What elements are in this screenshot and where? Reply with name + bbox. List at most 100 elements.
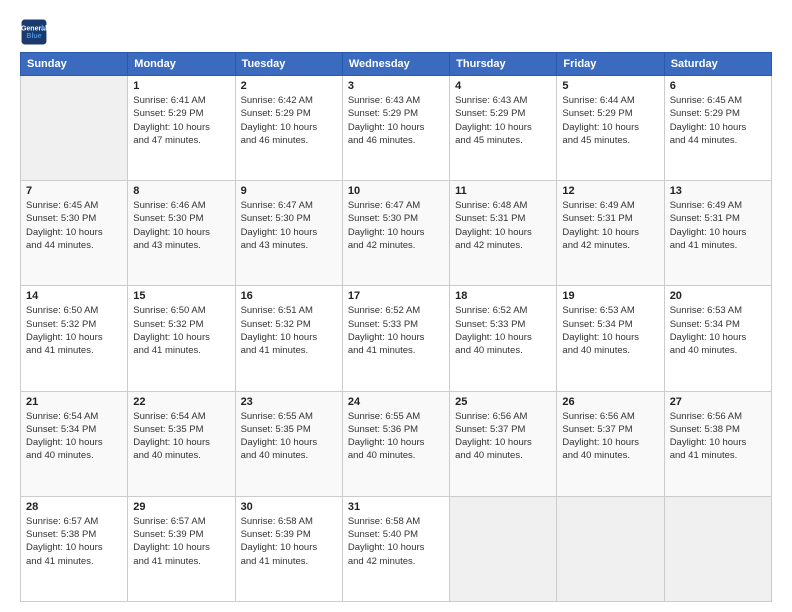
day-info: Sunrise: 6:45 AM Sunset: 5:29 PM Dayligh… xyxy=(670,94,766,147)
day-number: 13 xyxy=(670,185,766,197)
calendar-cell: 2 Sunrise: 6:42 AM Sunset: 5:29 PM Daylig… xyxy=(235,76,342,181)
calendar-cell: 5 Sunrise: 6:44 AM Sunset: 5:29 PM Daylig… xyxy=(557,76,664,181)
day-info: Sunrise: 6:56 AM Sunset: 5:37 PM Dayligh… xyxy=(455,410,551,463)
calendar-cell: 3 Sunrise: 6:43 AM Sunset: 5:29 PM Daylig… xyxy=(342,76,449,181)
day-number: 6 xyxy=(670,80,766,92)
day-number: 4 xyxy=(455,80,551,92)
page: General Blue SundayMondayTuesdayWednesda… xyxy=(0,0,792,612)
day-info: Sunrise: 6:58 AM Sunset: 5:39 PM Dayligh… xyxy=(241,515,337,568)
calendar-cell: 25 Sunrise: 6:56 AM Sunset: 5:37 PM Dayli… xyxy=(450,391,557,496)
calendar-cell xyxy=(21,76,128,181)
week-row-4: 21Sunrise: 6:54 AM Sunset: 5:34 PM Dayli… xyxy=(21,391,772,496)
calendar-cell xyxy=(664,496,771,601)
calendar-cell: 29 Sunrise: 6:57 AM Sunset: 5:39 PM Dayli… xyxy=(128,496,235,601)
day-info: Sunrise: 6:47 AM Sunset: 5:30 PM Dayligh… xyxy=(348,199,444,252)
logo-icon: General Blue xyxy=(20,18,48,46)
day-info: Sunrise: 6:55 AM Sunset: 5:35 PM Dayligh… xyxy=(241,410,337,463)
day-number: 25 xyxy=(455,396,551,408)
calendar-cell: 10 Sunrise: 6:47 AM Sunset: 5:30 PM Dayli… xyxy=(342,181,449,286)
day-number: 20 xyxy=(670,290,766,302)
day-info: Sunrise: 6:41 AM Sunset: 5:29 PM Dayligh… xyxy=(133,94,229,147)
calendar-cell xyxy=(450,496,557,601)
day-number: 28 xyxy=(26,501,122,513)
header: General Blue xyxy=(20,18,772,46)
day-number: 5 xyxy=(562,80,658,92)
day-number: 31 xyxy=(348,501,444,513)
weekday-header-sunday: Sunday xyxy=(21,53,128,76)
svg-text:Blue: Blue xyxy=(26,33,41,40)
calendar-cell: 13Sunrise: 6:49 AM Sunset: 5:31 PM Dayli… xyxy=(664,181,771,286)
day-info: Sunrise: 6:54 AM Sunset: 5:35 PM Dayligh… xyxy=(133,410,229,463)
calendar-cell: 26 Sunrise: 6:56 AM Sunset: 5:37 PM Dayli… xyxy=(557,391,664,496)
calendar-cell: 31 Sunrise: 6:58 AM Sunset: 5:40 PM Dayli… xyxy=(342,496,449,601)
day-info: Sunrise: 6:58 AM Sunset: 5:40 PM Dayligh… xyxy=(348,515,444,568)
calendar-cell: 17Sunrise: 6:52 AM Sunset: 5:33 PM Dayli… xyxy=(342,286,449,391)
calendar-cell: 11Sunrise: 6:48 AM Sunset: 5:31 PM Dayli… xyxy=(450,181,557,286)
day-number: 30 xyxy=(241,501,337,513)
calendar-body: 1 Sunrise: 6:41 AM Sunset: 5:29 PM Daylig… xyxy=(21,76,772,602)
day-info: Sunrise: 6:44 AM Sunset: 5:29 PM Dayligh… xyxy=(562,94,658,147)
day-info: Sunrise: 6:42 AM Sunset: 5:29 PM Dayligh… xyxy=(241,94,337,147)
calendar-cell: 24 Sunrise: 6:55 AM Sunset: 5:36 PM Dayli… xyxy=(342,391,449,496)
weekday-header-thursday: Thursday xyxy=(450,53,557,76)
day-number: 12 xyxy=(562,185,658,197)
calendar-cell: 8Sunrise: 6:46 AM Sunset: 5:30 PM Daylig… xyxy=(128,181,235,286)
day-info: Sunrise: 6:53 AM Sunset: 5:34 PM Dayligh… xyxy=(670,304,766,357)
day-number: 19 xyxy=(562,290,658,302)
day-number: 18 xyxy=(455,290,551,302)
calendar-cell: 22 Sunrise: 6:54 AM Sunset: 5:35 PM Dayli… xyxy=(128,391,235,496)
day-info: Sunrise: 6:50 AM Sunset: 5:32 PM Dayligh… xyxy=(133,304,229,357)
calendar-cell: 28Sunrise: 6:57 AM Sunset: 5:38 PM Dayli… xyxy=(21,496,128,601)
week-row-3: 14 Sunrise: 6:50 AM Sunset: 5:32 PM Dayli… xyxy=(21,286,772,391)
calendar-cell: 27 Sunrise: 6:56 AM Sunset: 5:38 PM Dayli… xyxy=(664,391,771,496)
day-info: Sunrise: 6:53 AM Sunset: 5:34 PM Dayligh… xyxy=(562,304,658,357)
day-number: 1 xyxy=(133,80,229,92)
day-info: Sunrise: 6:51 AM Sunset: 5:32 PM Dayligh… xyxy=(241,304,337,357)
weekday-row: SundayMondayTuesdayWednesdayThursdayFrid… xyxy=(21,53,772,76)
day-number: 10 xyxy=(348,185,444,197)
day-info: Sunrise: 6:43 AM Sunset: 5:29 PM Dayligh… xyxy=(455,94,551,147)
calendar-cell: 23 Sunrise: 6:55 AM Sunset: 5:35 PM Dayli… xyxy=(235,391,342,496)
day-number: 9 xyxy=(241,185,337,197)
weekday-header-saturday: Saturday xyxy=(664,53,771,76)
day-number: 22 xyxy=(133,396,229,408)
day-info: Sunrise: 6:47 AM Sunset: 5:30 PM Dayligh… xyxy=(241,199,337,252)
day-info: Sunrise: 6:49 AM Sunset: 5:31 PM Dayligh… xyxy=(562,199,658,252)
calendar-cell: 7Sunrise: 6:45 AM Sunset: 5:30 PM Daylig… xyxy=(21,181,128,286)
day-number: 26 xyxy=(562,396,658,408)
calendar-cell: 15Sunrise: 6:50 AM Sunset: 5:32 PM Dayli… xyxy=(128,286,235,391)
day-number: 2 xyxy=(241,80,337,92)
day-number: 7 xyxy=(26,185,122,197)
day-info: Sunrise: 6:52 AM Sunset: 5:33 PM Dayligh… xyxy=(455,304,551,357)
calendar-header: SundayMondayTuesdayWednesdayThursdayFrid… xyxy=(21,53,772,76)
day-info: Sunrise: 6:55 AM Sunset: 5:36 PM Dayligh… xyxy=(348,410,444,463)
day-number: 27 xyxy=(670,396,766,408)
day-number: 14 xyxy=(26,290,122,302)
calendar-cell: 20 Sunrise: 6:53 AM Sunset: 5:34 PM Dayli… xyxy=(664,286,771,391)
day-info: Sunrise: 6:46 AM Sunset: 5:30 PM Dayligh… xyxy=(133,199,229,252)
calendar-cell: 30 Sunrise: 6:58 AM Sunset: 5:39 PM Dayli… xyxy=(235,496,342,601)
day-info: Sunrise: 6:57 AM Sunset: 5:39 PM Dayligh… xyxy=(133,515,229,568)
day-number: 29 xyxy=(133,501,229,513)
week-row-5: 28Sunrise: 6:57 AM Sunset: 5:38 PM Dayli… xyxy=(21,496,772,601)
day-number: 17 xyxy=(348,290,444,302)
calendar-cell: 16 Sunrise: 6:51 AM Sunset: 5:32 PM Dayli… xyxy=(235,286,342,391)
calendar-table: SundayMondayTuesdayWednesdayThursdayFrid… xyxy=(20,52,772,602)
calendar-cell: 14Sunrise: 6:50 AM Sunset: 5:32 PM Dayli… xyxy=(21,286,128,391)
day-number: 24 xyxy=(348,396,444,408)
logo: General Blue xyxy=(20,18,52,46)
week-row-2: 7Sunrise: 6:45 AM Sunset: 5:30 PM Daylig… xyxy=(21,181,772,286)
calendar-cell: 1 Sunrise: 6:41 AM Sunset: 5:29 PM Daylig… xyxy=(128,76,235,181)
weekday-header-wednesday: Wednesday xyxy=(342,53,449,76)
day-info: Sunrise: 6:56 AM Sunset: 5:38 PM Dayligh… xyxy=(670,410,766,463)
day-info: Sunrise: 6:43 AM Sunset: 5:29 PM Dayligh… xyxy=(348,94,444,147)
day-info: Sunrise: 6:56 AM Sunset: 5:37 PM Dayligh… xyxy=(562,410,658,463)
calendar-cell: 6 Sunrise: 6:45 AM Sunset: 5:29 PM Daylig… xyxy=(664,76,771,181)
day-info: Sunrise: 6:54 AM Sunset: 5:34 PM Dayligh… xyxy=(26,410,122,463)
day-number: 3 xyxy=(348,80,444,92)
calendar-cell: 21Sunrise: 6:54 AM Sunset: 5:34 PM Dayli… xyxy=(21,391,128,496)
day-number: 16 xyxy=(241,290,337,302)
day-number: 23 xyxy=(241,396,337,408)
calendar-cell xyxy=(557,496,664,601)
weekday-header-friday: Friday xyxy=(557,53,664,76)
